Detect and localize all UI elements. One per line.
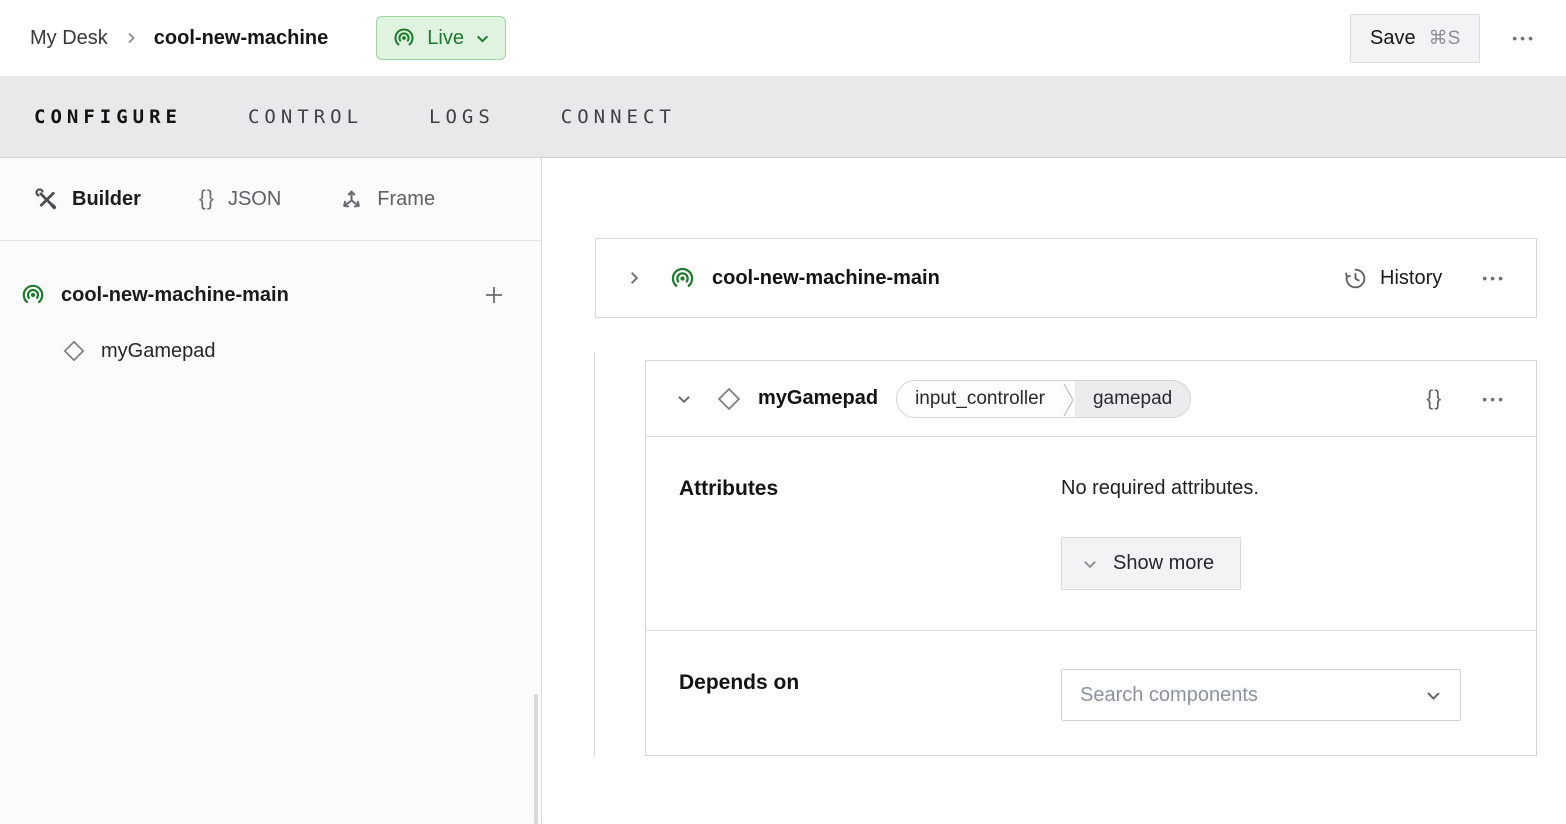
tools-icon: [34, 187, 59, 212]
configure-main-panel: cool-new-machine-main History •••: [542, 158, 1566, 824]
machine-part-card: cool-new-machine-main History •••: [595, 238, 1537, 318]
machine-part-icon: [20, 282, 46, 308]
machine-part-icon: [669, 265, 696, 292]
attributes-empty-text: No required attributes.: [1061, 477, 1536, 500]
mode-frame[interactable]: Frame: [339, 187, 435, 212]
component-card: myGamepad input_controller gamepad {} ••…: [645, 360, 1537, 756]
component-type: input_controller: [897, 381, 1063, 417]
machine-status-label: Live: [427, 27, 464, 50]
history-button-label: History: [1380, 267, 1442, 290]
component-type-badge: input_controller gamepad: [896, 380, 1191, 418]
breadcrumb-chevron-icon: [124, 31, 138, 45]
show-more-button[interactable]: Show more: [1061, 537, 1241, 590]
depends-on-section: Depends on: [646, 631, 1536, 755]
tab-logs[interactable]: LOGS: [429, 106, 495, 128]
mode-builder[interactable]: Builder: [34, 187, 141, 212]
tab-connect[interactable]: CONNECT: [561, 106, 676, 128]
depends-on-label: Depends on: [646, 631, 1061, 755]
machine-tree: cool-new-machine-main myGamepad: [0, 241, 541, 373]
chevron-down-icon[interactable]: [676, 391, 692, 407]
chevron-down-icon: [1082, 556, 1098, 572]
history-button[interactable]: History: [1343, 266, 1442, 291]
component-model: gamepad: [1075, 381, 1190, 417]
configure-sidebar: Builder {} JSON Frame: [0, 158, 542, 824]
top-bar: My Desk cool-new-machine Live Save ⌘S ••…: [0, 0, 1566, 77]
braces-icon: {}: [199, 187, 215, 211]
attributes-section: Attributes No required attributes. Show …: [646, 437, 1536, 631]
tree-connector-line: [594, 352, 595, 757]
mode-json-label: JSON: [228, 188, 281, 211]
tree-item-label: cool-new-machine-main: [61, 284, 289, 307]
component-diamond-icon: [716, 386, 742, 412]
history-icon: [1343, 266, 1368, 291]
add-component-button[interactable]: [483, 284, 505, 306]
depends-on-select[interactable]: [1061, 669, 1461, 721]
topbar-overflow-menu[interactable]: •••: [1512, 31, 1536, 45]
chevron-right-icon[interactable]: [626, 270, 642, 286]
component-card-title: myGamepad: [758, 387, 878, 410]
breadcrumb: My Desk cool-new-machine: [30, 27, 328, 50]
chevron-down-icon: [475, 31, 490, 46]
component-card-overflow-menu[interactable]: •••: [1482, 392, 1506, 406]
mode-frame-label: Frame: [377, 188, 435, 211]
tree-item-component[interactable]: myGamepad: [0, 329, 541, 373]
tab-control[interactable]: CONTROL: [248, 106, 363, 128]
breadcrumb-parent-link[interactable]: My Desk: [30, 27, 108, 50]
tree-item-label: myGamepad: [101, 340, 216, 363]
part-card-overflow-menu[interactable]: •••: [1482, 271, 1506, 285]
frame-axes-icon: [339, 187, 364, 212]
save-button-label: Save: [1370, 27, 1416, 50]
mode-builder-label: Builder: [72, 188, 141, 211]
badge-chevron-divider: [1063, 381, 1075, 417]
machine-status-dropdown[interactable]: Live: [376, 16, 506, 60]
machine-tab-bar: CONFIGURE CONTROL LOGS CONNECT: [0, 77, 1566, 158]
attributes-label: Attributes: [646, 437, 1061, 630]
save-shortcut-hint: ⌘S: [1429, 27, 1461, 50]
component-diamond-icon: [62, 339, 86, 363]
live-broadcast-icon: [392, 26, 416, 50]
breadcrumb-current: cool-new-machine: [154, 27, 328, 50]
show-more-label: Show more: [1113, 552, 1214, 575]
view-mode-switch: Builder {} JSON Frame: [0, 158, 541, 241]
mode-json[interactable]: {} JSON: [199, 187, 281, 211]
chevron-down-icon: [1425, 687, 1442, 704]
sidebar-scrollbar[interactable]: [534, 694, 538, 824]
part-card-title: cool-new-machine-main: [712, 267, 940, 290]
edit-json-icon[interactable]: {}: [1426, 387, 1442, 411]
tab-configure[interactable]: CONFIGURE: [34, 106, 182, 128]
save-button[interactable]: Save ⌘S: [1350, 14, 1480, 63]
depends-on-search-input[interactable]: [1080, 684, 1425, 707]
tree-item-machine-part[interactable]: cool-new-machine-main: [0, 271, 541, 319]
